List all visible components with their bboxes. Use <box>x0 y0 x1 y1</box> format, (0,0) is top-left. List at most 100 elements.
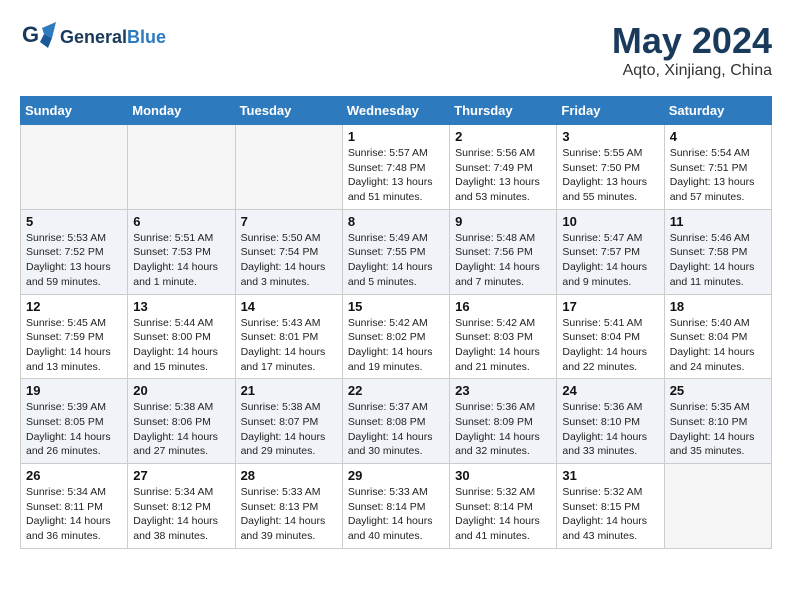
calendar-cell: 3 Sunrise: 5:55 AM Sunset: 7:50 PM Daylig… <box>557 125 664 210</box>
day-content: Sunrise: 5:38 AM Sunset: 8:06 PM Dayligh… <box>133 400 229 459</box>
weekday-header-wednesday: Wednesday <box>342 97 449 125</box>
calendar-cell: 26 Sunrise: 5:34 AM Sunset: 8:11 PM Dayli… <box>21 464 128 549</box>
day-number: 8 <box>348 214 444 229</box>
day-content: Sunrise: 5:56 AM Sunset: 7:49 PM Dayligh… <box>455 146 551 205</box>
calendar-cell: 17Sunrise: 5:41 AM Sunset: 8:04 PM Dayli… <box>557 294 664 379</box>
day-content: Sunrise: 5:44 AM Sunset: 8:00 PM Dayligh… <box>133 316 229 375</box>
calendar-cell: 18 Sunrise: 5:40 AM Sunset: 8:04 PM Dayli… <box>664 294 771 379</box>
day-content: Sunrise: 5:46 AM Sunset: 7:58 PM Dayligh… <box>670 231 766 290</box>
title-block: May 2024 Aqto, Xinjiang, China <box>612 20 772 80</box>
calendar-cell: 27 Sunrise: 5:34 AM Sunset: 8:12 PM Dayli… <box>128 464 235 549</box>
calendar-cell: 12 Sunrise: 5:45 AM Sunset: 7:59 PM Dayli… <box>21 294 128 379</box>
day-content: Sunrise: 5:40 AM Sunset: 8:04 PM Dayligh… <box>670 316 766 375</box>
calendar-cell: 13 Sunrise: 5:44 AM Sunset: 8:00 PM Dayli… <box>128 294 235 379</box>
logo-text-line1: GeneralBlue <box>60 28 166 48</box>
day-content: Sunrise: 5:37 AM Sunset: 8:08 PM Dayligh… <box>348 400 444 459</box>
page-header: G GeneralBlue May 2024 Aqto, Xinjiang, C… <box>20 20 772 80</box>
day-number: 4 <box>670 129 766 144</box>
day-content: Sunrise: 5:33 AM Sunset: 8:14 PM Dayligh… <box>348 485 444 544</box>
day-content: Sunrise: 5:33 AM Sunset: 8:13 PM Dayligh… <box>241 485 337 544</box>
day-content: Sunrise: 5:39 AM Sunset: 8:05 PM Dayligh… <box>26 400 122 459</box>
week-row-3: 12 Sunrise: 5:45 AM Sunset: 7:59 PM Dayli… <box>21 294 772 379</box>
weekday-header-friday: Friday <box>557 97 664 125</box>
week-row-2: 5 Sunrise: 5:53 AM Sunset: 7:52 PM Daylig… <box>21 209 772 294</box>
calendar-cell: 5 Sunrise: 5:53 AM Sunset: 7:52 PM Daylig… <box>21 209 128 294</box>
day-content: Sunrise: 5:34 AM Sunset: 8:11 PM Dayligh… <box>26 485 122 544</box>
day-content: Sunrise: 5:32 AM Sunset: 8:15 PM Dayligh… <box>562 485 658 544</box>
day-content: Sunrise: 5:53 AM Sunset: 7:52 PM Dayligh… <box>26 231 122 290</box>
logo: G GeneralBlue <box>20 20 166 56</box>
day-number: 16 <box>455 299 551 314</box>
day-number: 12 <box>26 299 122 314</box>
day-content: Sunrise: 5:38 AM Sunset: 8:07 PM Dayligh… <box>241 400 337 459</box>
day-number: 28 <box>241 468 337 483</box>
day-number: 23 <box>455 383 551 398</box>
svg-text:G: G <box>22 22 39 47</box>
day-number: 1 <box>348 129 444 144</box>
calendar-cell: 29 Sunrise: 5:33 AM Sunset: 8:14 PM Dayli… <box>342 464 449 549</box>
day-number: 21 <box>241 383 337 398</box>
day-number: 29 <box>348 468 444 483</box>
week-row-1: 1 Sunrise: 5:57 AM Sunset: 7:48 PM Daylig… <box>21 125 772 210</box>
calendar-cell <box>235 125 342 210</box>
month-title: May 2024 <box>612 20 772 62</box>
day-content: Sunrise: 5:34 AM Sunset: 8:12 PM Dayligh… <box>133 485 229 544</box>
day-number: 26 <box>26 468 122 483</box>
day-number: 18 <box>670 299 766 314</box>
day-content: Sunrise: 5:55 AM Sunset: 7:50 PM Dayligh… <box>562 146 658 205</box>
calendar-cell: 23 Sunrise: 5:36 AM Sunset: 8:09 PM Dayli… <box>450 379 557 464</box>
day-content: Sunrise: 5:36 AM Sunset: 8:09 PM Dayligh… <box>455 400 551 459</box>
calendar-cell: 11Sunrise: 5:46 AM Sunset: 7:58 PM Dayli… <box>664 209 771 294</box>
day-content: Sunrise: 5:42 AM Sunset: 8:03 PM Dayligh… <box>455 316 551 375</box>
day-number: 13 <box>133 299 229 314</box>
calendar-cell: 15Sunrise: 5:42 AM Sunset: 8:02 PM Dayli… <box>342 294 449 379</box>
calendar-cell: 8 Sunrise: 5:49 AM Sunset: 7:55 PM Daylig… <box>342 209 449 294</box>
day-content: Sunrise: 5:43 AM Sunset: 8:01 PM Dayligh… <box>241 316 337 375</box>
day-content: Sunrise: 5:57 AM Sunset: 7:48 PM Dayligh… <box>348 146 444 205</box>
day-content: Sunrise: 5:45 AM Sunset: 7:59 PM Dayligh… <box>26 316 122 375</box>
day-content: Sunrise: 5:49 AM Sunset: 7:55 PM Dayligh… <box>348 231 444 290</box>
day-content: Sunrise: 5:42 AM Sunset: 8:02 PM Dayligh… <box>348 316 444 375</box>
day-content: Sunrise: 5:32 AM Sunset: 8:14 PM Dayligh… <box>455 485 551 544</box>
calendar-cell: 30 Sunrise: 5:32 AM Sunset: 8:14 PM Dayli… <box>450 464 557 549</box>
day-content: Sunrise: 5:36 AM Sunset: 8:10 PM Dayligh… <box>562 400 658 459</box>
day-number: 27 <box>133 468 229 483</box>
day-content: Sunrise: 5:50 AM Sunset: 7:54 PM Dayligh… <box>241 231 337 290</box>
weekday-header-tuesday: Tuesday <box>235 97 342 125</box>
weekday-header-row: SundayMondayTuesdayWednesdayThursdayFrid… <box>21 97 772 125</box>
calendar-cell: 14Sunrise: 5:43 AM Sunset: 8:01 PM Dayli… <box>235 294 342 379</box>
weekday-header-monday: Monday <box>128 97 235 125</box>
calendar-cell: 20Sunrise: 5:38 AM Sunset: 8:06 PM Dayli… <box>128 379 235 464</box>
day-number: 6 <box>133 214 229 229</box>
calendar-cell: 10 Sunrise: 5:47 AM Sunset: 7:57 PM Dayli… <box>557 209 664 294</box>
day-number: 7 <box>241 214 337 229</box>
day-number: 3 <box>562 129 658 144</box>
calendar-cell: 19 Sunrise: 5:39 AM Sunset: 8:05 PM Dayli… <box>21 379 128 464</box>
day-number: 2 <box>455 129 551 144</box>
day-content: Sunrise: 5:35 AM Sunset: 8:10 PM Dayligh… <box>670 400 766 459</box>
day-number: 22 <box>348 383 444 398</box>
calendar-cell: 7 Sunrise: 5:50 AM Sunset: 7:54 PM Daylig… <box>235 209 342 294</box>
day-number: 31 <box>562 468 658 483</box>
calendar-cell: 16 Sunrise: 5:42 AM Sunset: 8:03 PM Dayli… <box>450 294 557 379</box>
calendar-cell <box>128 125 235 210</box>
calendar-table: SundayMondayTuesdayWednesdayThursdayFrid… <box>20 96 772 549</box>
day-content: Sunrise: 5:51 AM Sunset: 7:53 PM Dayligh… <box>133 231 229 290</box>
weekday-header-sunday: Sunday <box>21 97 128 125</box>
calendar-cell: 28 Sunrise: 5:33 AM Sunset: 8:13 PM Dayli… <box>235 464 342 549</box>
day-number: 10 <box>562 214 658 229</box>
calendar-cell: 1 Sunrise: 5:57 AM Sunset: 7:48 PM Daylig… <box>342 125 449 210</box>
week-row-5: 26 Sunrise: 5:34 AM Sunset: 8:11 PM Dayli… <box>21 464 772 549</box>
calendar-cell: 9Sunrise: 5:48 AM Sunset: 7:56 PM Daylig… <box>450 209 557 294</box>
day-number: 17 <box>562 299 658 314</box>
calendar-cell: 31 Sunrise: 5:32 AM Sunset: 8:15 PM Dayli… <box>557 464 664 549</box>
day-number: 9 <box>455 214 551 229</box>
calendar-cell: 25Sunrise: 5:35 AM Sunset: 8:10 PM Dayli… <box>664 379 771 464</box>
day-content: Sunrise: 5:47 AM Sunset: 7:57 PM Dayligh… <box>562 231 658 290</box>
day-number: 24 <box>562 383 658 398</box>
day-content: Sunrise: 5:54 AM Sunset: 7:51 PM Dayligh… <box>670 146 766 205</box>
calendar-cell: 4 Sunrise: 5:54 AM Sunset: 7:51 PM Daylig… <box>664 125 771 210</box>
day-number: 5 <box>26 214 122 229</box>
day-number: 30 <box>455 468 551 483</box>
day-number: 19 <box>26 383 122 398</box>
